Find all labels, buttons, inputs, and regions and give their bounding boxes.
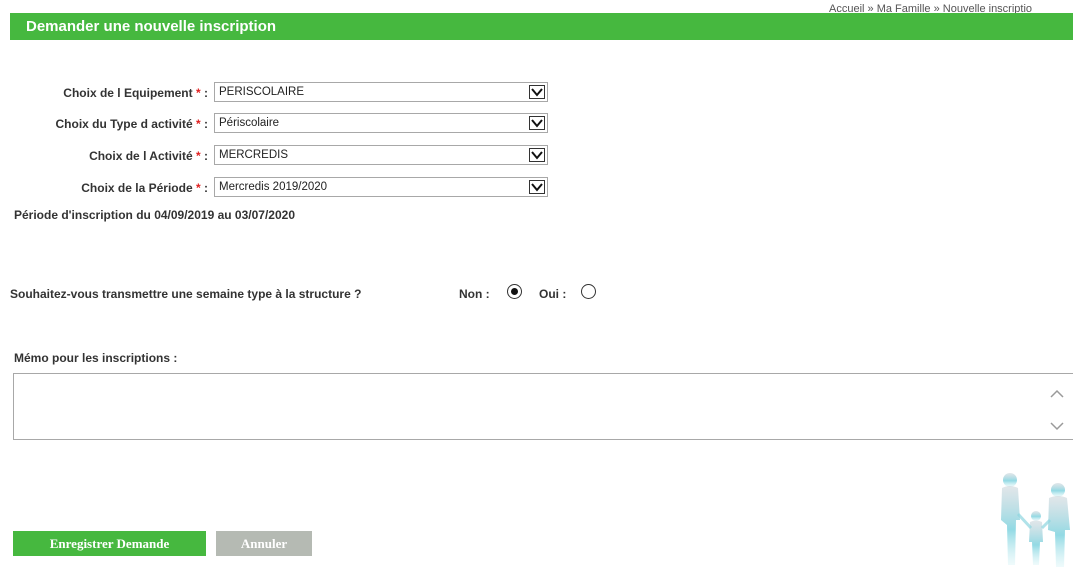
form-row-periode: Choix de la Période * : Mercredis 2019/2… xyxy=(0,177,560,199)
memo-textarea[interactable] xyxy=(13,373,1073,440)
select-value: Périscolaire xyxy=(219,117,280,129)
select-value: Mercredis 2019/2020 xyxy=(219,181,328,193)
semaine-type-question: Souhaitez-vous transmettre une semaine t… xyxy=(10,284,630,304)
family-silhouette-icon xyxy=(1001,473,1070,567)
page-title: Demander une nouvelle inscription xyxy=(26,18,277,35)
chevron-down-icon[interactable] xyxy=(529,180,545,194)
form-row-activite: Choix de l Activité * : MERCREDIS xyxy=(0,145,560,167)
select-value: MERCREDIS xyxy=(219,149,289,161)
field-label: Choix de l Activité * : xyxy=(89,149,208,163)
radio-non[interactable] xyxy=(507,284,522,299)
chevron-down-icon[interactable] xyxy=(529,116,545,130)
required-marker: * xyxy=(195,117,201,131)
form-row-type-activite: Choix du Type d activité * : Périscolair… xyxy=(0,113,560,135)
chevron-down-icon[interactable] xyxy=(529,148,545,162)
select-activite[interactable]: MERCREDIS xyxy=(214,145,548,165)
required-marker: * xyxy=(195,181,201,195)
field-label: Choix de la Période * : xyxy=(81,181,208,195)
form-row-equipement: Choix de l Equipement * : PERISCOLAIRE xyxy=(0,82,560,104)
save-button[interactable]: Enregistrer Demande xyxy=(13,531,206,556)
memo-label: Mémo pour les inscriptions : xyxy=(14,351,178,365)
question-text: Souhaitez-vous transmettre une semaine t… xyxy=(10,287,362,301)
page: Accueil » Ma Famille » Nouvelle inscript… xyxy=(0,0,1073,567)
required-marker: * xyxy=(195,86,201,100)
cancel-button[interactable]: Annuler xyxy=(216,531,312,556)
option-label-oui: Oui : xyxy=(539,287,567,301)
field-label: Choix de l Equipement * : xyxy=(63,86,208,100)
period-info: Période d'inscription du 04/09/2019 au 0… xyxy=(14,208,295,222)
required-marker: * xyxy=(195,149,201,163)
select-value: PERISCOLAIRE xyxy=(219,86,304,98)
select-equipement[interactable]: PERISCOLAIRE xyxy=(214,82,548,102)
select-periode[interactable]: Mercredis 2019/2020 xyxy=(214,177,548,197)
field-label: Choix du Type d activité * : xyxy=(55,117,209,131)
option-label-non: Non : xyxy=(459,287,490,301)
chevron-up-icon[interactable] xyxy=(1050,386,1064,398)
chevron-down-icon[interactable] xyxy=(529,85,545,99)
radio-oui[interactable] xyxy=(581,284,596,299)
select-type-activite[interactable]: Périscolaire xyxy=(214,113,548,133)
chevron-down-icon[interactable] xyxy=(1050,418,1064,431)
